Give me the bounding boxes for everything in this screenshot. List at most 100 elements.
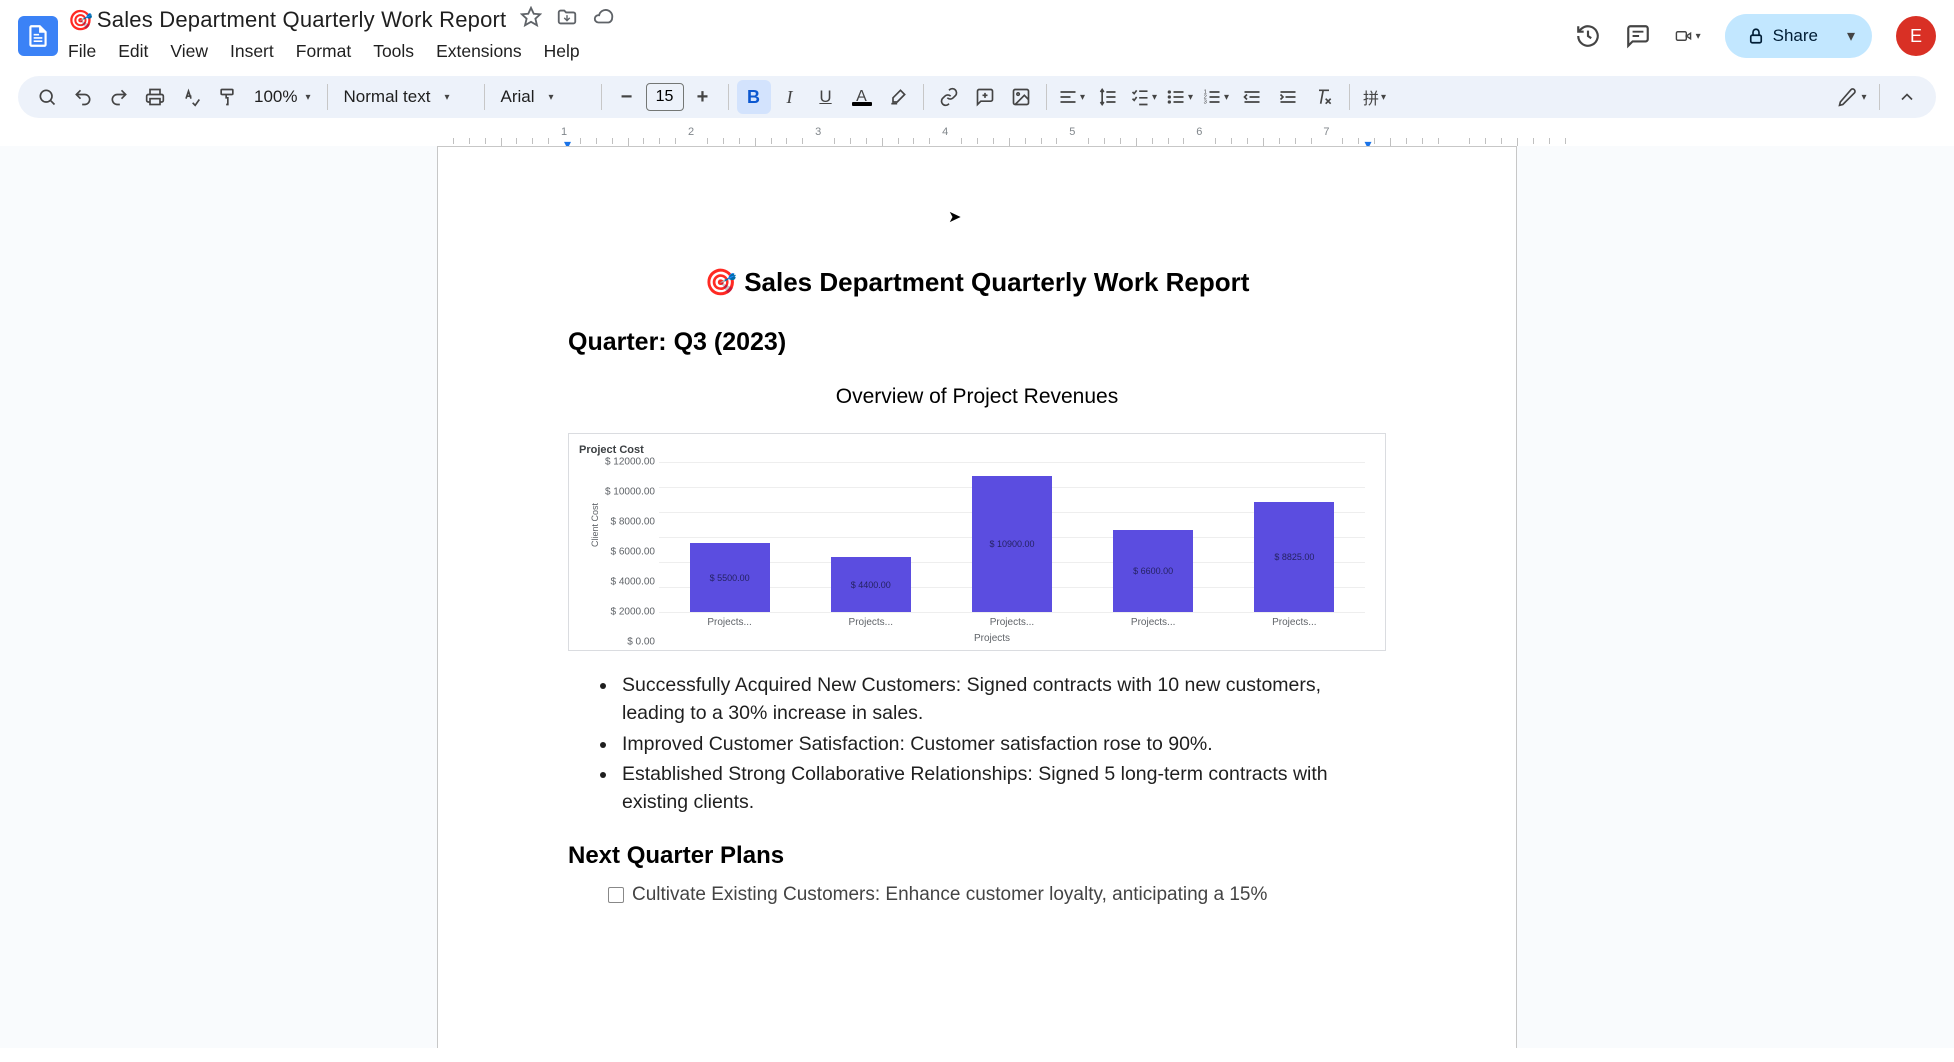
cloud-status-icon[interactable]: [592, 6, 614, 33]
bar: $ 8825.00: [1254, 502, 1334, 612]
x-axis-label: Projects: [619, 633, 1365, 644]
checklist-item[interactable]: Cultivate Existing Customers: Enhance cu…: [608, 884, 1386, 906]
paint-format-icon[interactable]: [210, 80, 244, 114]
toolbar: 100%▾ Normal text▾ Arial▾ − + B I U A ▾ …: [18, 76, 1936, 118]
ruler-number: 3: [815, 126, 821, 138]
input-tools-icon[interactable]: 拼▾: [1358, 80, 1392, 114]
text-color-button[interactable]: A: [845, 80, 879, 114]
titlebar: 🎯Sales Department Quarterly Work Report …: [0, 0, 1954, 66]
ruler-number: 4: [942, 126, 948, 138]
increase-font-icon[interactable]: +: [686, 80, 720, 114]
bar-chart: Client Cost $ 5500.00$ 4400.00$ 10900.00…: [619, 462, 1365, 642]
insert-link-icon[interactable]: [932, 80, 966, 114]
menu-file[interactable]: File: [68, 37, 106, 66]
font-dropdown[interactable]: Arial▾: [493, 87, 593, 107]
bold-button[interactable]: B: [737, 80, 771, 114]
docs-app-icon[interactable]: [18, 16, 58, 56]
y-tick-label: $ 2000.00: [611, 607, 656, 618]
menu-edit[interactable]: Edit: [108, 37, 158, 66]
underline-button[interactable]: U: [809, 80, 843, 114]
y-tick-label: $ 4000.00: [611, 577, 656, 588]
y-tick-label: $ 12000.00: [605, 457, 655, 468]
undo-icon[interactable]: [66, 80, 100, 114]
overview-heading[interactable]: Overview of Project Revenues: [568, 385, 1386, 409]
bar: $ 5500.00: [690, 543, 770, 612]
quarter-heading[interactable]: Quarter: Q3 (2023): [568, 328, 1386, 357]
menu-extensions[interactable]: Extensions: [426, 37, 532, 66]
share-button[interactable]: Share: [1725, 14, 1840, 58]
mouse-cursor-icon: ➤: [948, 207, 961, 227]
menu-help[interactable]: Help: [534, 37, 590, 66]
menu-view[interactable]: View: [160, 37, 218, 66]
y-tick-label: $ 8000.00: [611, 517, 656, 528]
font-size-input[interactable]: [646, 83, 684, 111]
spellcheck-icon[interactable]: [174, 80, 208, 114]
list-item[interactable]: Successfully Acquired New Customers: Sig…: [618, 671, 1386, 728]
line-spacing-icon[interactable]: [1091, 80, 1125, 114]
y-tick-label: $ 6000.00: [611, 547, 656, 558]
bar-value-label: $ 6600.00: [1133, 566, 1173, 576]
zoom-dropdown[interactable]: 100%▾: [246, 87, 319, 107]
add-comment-icon[interactable]: [968, 80, 1002, 114]
share-dropdown[interactable]: ▾: [1840, 16, 1862, 56]
insert-image-icon[interactable]: [1004, 80, 1038, 114]
workspace: 1234567▾▾ ➤ 🎯 Sales Department Quarterly…: [0, 126, 1954, 1048]
achievements-list[interactable]: Successfully Acquired New Customers: Sig…: [618, 671, 1386, 816]
decrease-font-icon[interactable]: −: [610, 80, 644, 114]
ruler-number: 6: [1196, 126, 1202, 138]
y-tick-label: $ 10000.00: [605, 487, 655, 498]
clear-formatting-icon[interactable]: [1307, 80, 1341, 114]
style-value: Normal text: [344, 87, 431, 107]
move-icon[interactable]: [556, 6, 578, 33]
checklist-icon[interactable]: ▾: [1127, 80, 1161, 114]
list-item[interactable]: Improved Customer Satisfaction: Customer…: [618, 730, 1386, 758]
next-quarter-heading[interactable]: Next Quarter Plans: [568, 842, 1386, 870]
page[interactable]: ➤ 🎯 Sales Department Quarterly Work Repo…: [437, 146, 1517, 1048]
doc-title-text[interactable]: Sales Department Quarterly Work Report: [97, 7, 506, 32]
menu-insert[interactable]: Insert: [220, 37, 284, 66]
avatar-letter: E: [1910, 26, 1922, 47]
menu-tools[interactable]: Tools: [363, 37, 424, 66]
history-icon[interactable]: [1575, 23, 1601, 49]
numbered-list-icon[interactable]: 123▾: [1199, 80, 1233, 114]
document-title[interactable]: 🎯 Sales Department Quarterly Work Report: [568, 267, 1386, 298]
doc-title[interactable]: 🎯Sales Department Quarterly Work Report: [68, 7, 506, 33]
account-avatar[interactable]: E: [1896, 16, 1936, 56]
menu-format[interactable]: Format: [286, 37, 361, 66]
bar: $ 6600.00: [1113, 530, 1193, 613]
paragraph-style-dropdown[interactable]: Normal text▾: [336, 87, 476, 107]
x-tick-label: Projects...: [1272, 617, 1316, 628]
editing-mode-dropdown[interactable]: ▾: [1835, 80, 1869, 114]
chart-container[interactable]: Project Cost Client Cost $ 5500.00$ 4400…: [568, 433, 1386, 651]
share-label: Share: [1773, 26, 1818, 46]
x-tick-label: Projects...: [1131, 617, 1175, 628]
collapse-toolbar-icon[interactable]: [1890, 80, 1924, 114]
increase-indent-icon[interactable]: [1271, 80, 1305, 114]
redo-icon[interactable]: [102, 80, 136, 114]
bar-value-label: $ 10900.00: [989, 539, 1034, 549]
y-tick-label: $ 0.00: [627, 637, 655, 648]
zoom-value: 100%: [254, 87, 297, 107]
align-dropdown[interactable]: ▾: [1055, 80, 1089, 114]
search-menus-icon[interactable]: [30, 80, 64, 114]
font-value: Arial: [501, 87, 535, 107]
meet-icon[interactable]: ▾: [1675, 23, 1701, 49]
italic-button[interactable]: I: [773, 80, 807, 114]
checklist-text: Cultivate Existing Customers: Enhance cu…: [632, 884, 1267, 906]
comments-icon[interactable]: [1625, 23, 1651, 49]
checkbox-icon[interactable]: [608, 887, 624, 903]
bar-value-label: $ 5500.00: [710, 573, 750, 583]
highlight-button[interactable]: [881, 80, 915, 114]
doc-heading-emoji: 🎯: [705, 267, 737, 297]
ruler-horizontal[interactable]: 1234567▾▾: [0, 126, 1936, 144]
ruler-number: 5: [1069, 126, 1075, 138]
list-item[interactable]: Established Strong Collaborative Relatio…: [618, 760, 1386, 817]
decrease-indent-icon[interactable]: [1235, 80, 1269, 114]
document-canvas[interactable]: ➤ 🎯 Sales Department Quarterly Work Repo…: [0, 146, 1954, 1048]
doc-title-emoji: 🎯: [68, 10, 93, 32]
print-icon[interactable]: [138, 80, 172, 114]
star-icon[interactable]: [520, 6, 542, 33]
bulleted-list-icon[interactable]: ▾: [1163, 80, 1197, 114]
menubar: File Edit View Insert Format Tools Exten…: [68, 37, 614, 66]
ruler-number: 7: [1323, 126, 1329, 138]
